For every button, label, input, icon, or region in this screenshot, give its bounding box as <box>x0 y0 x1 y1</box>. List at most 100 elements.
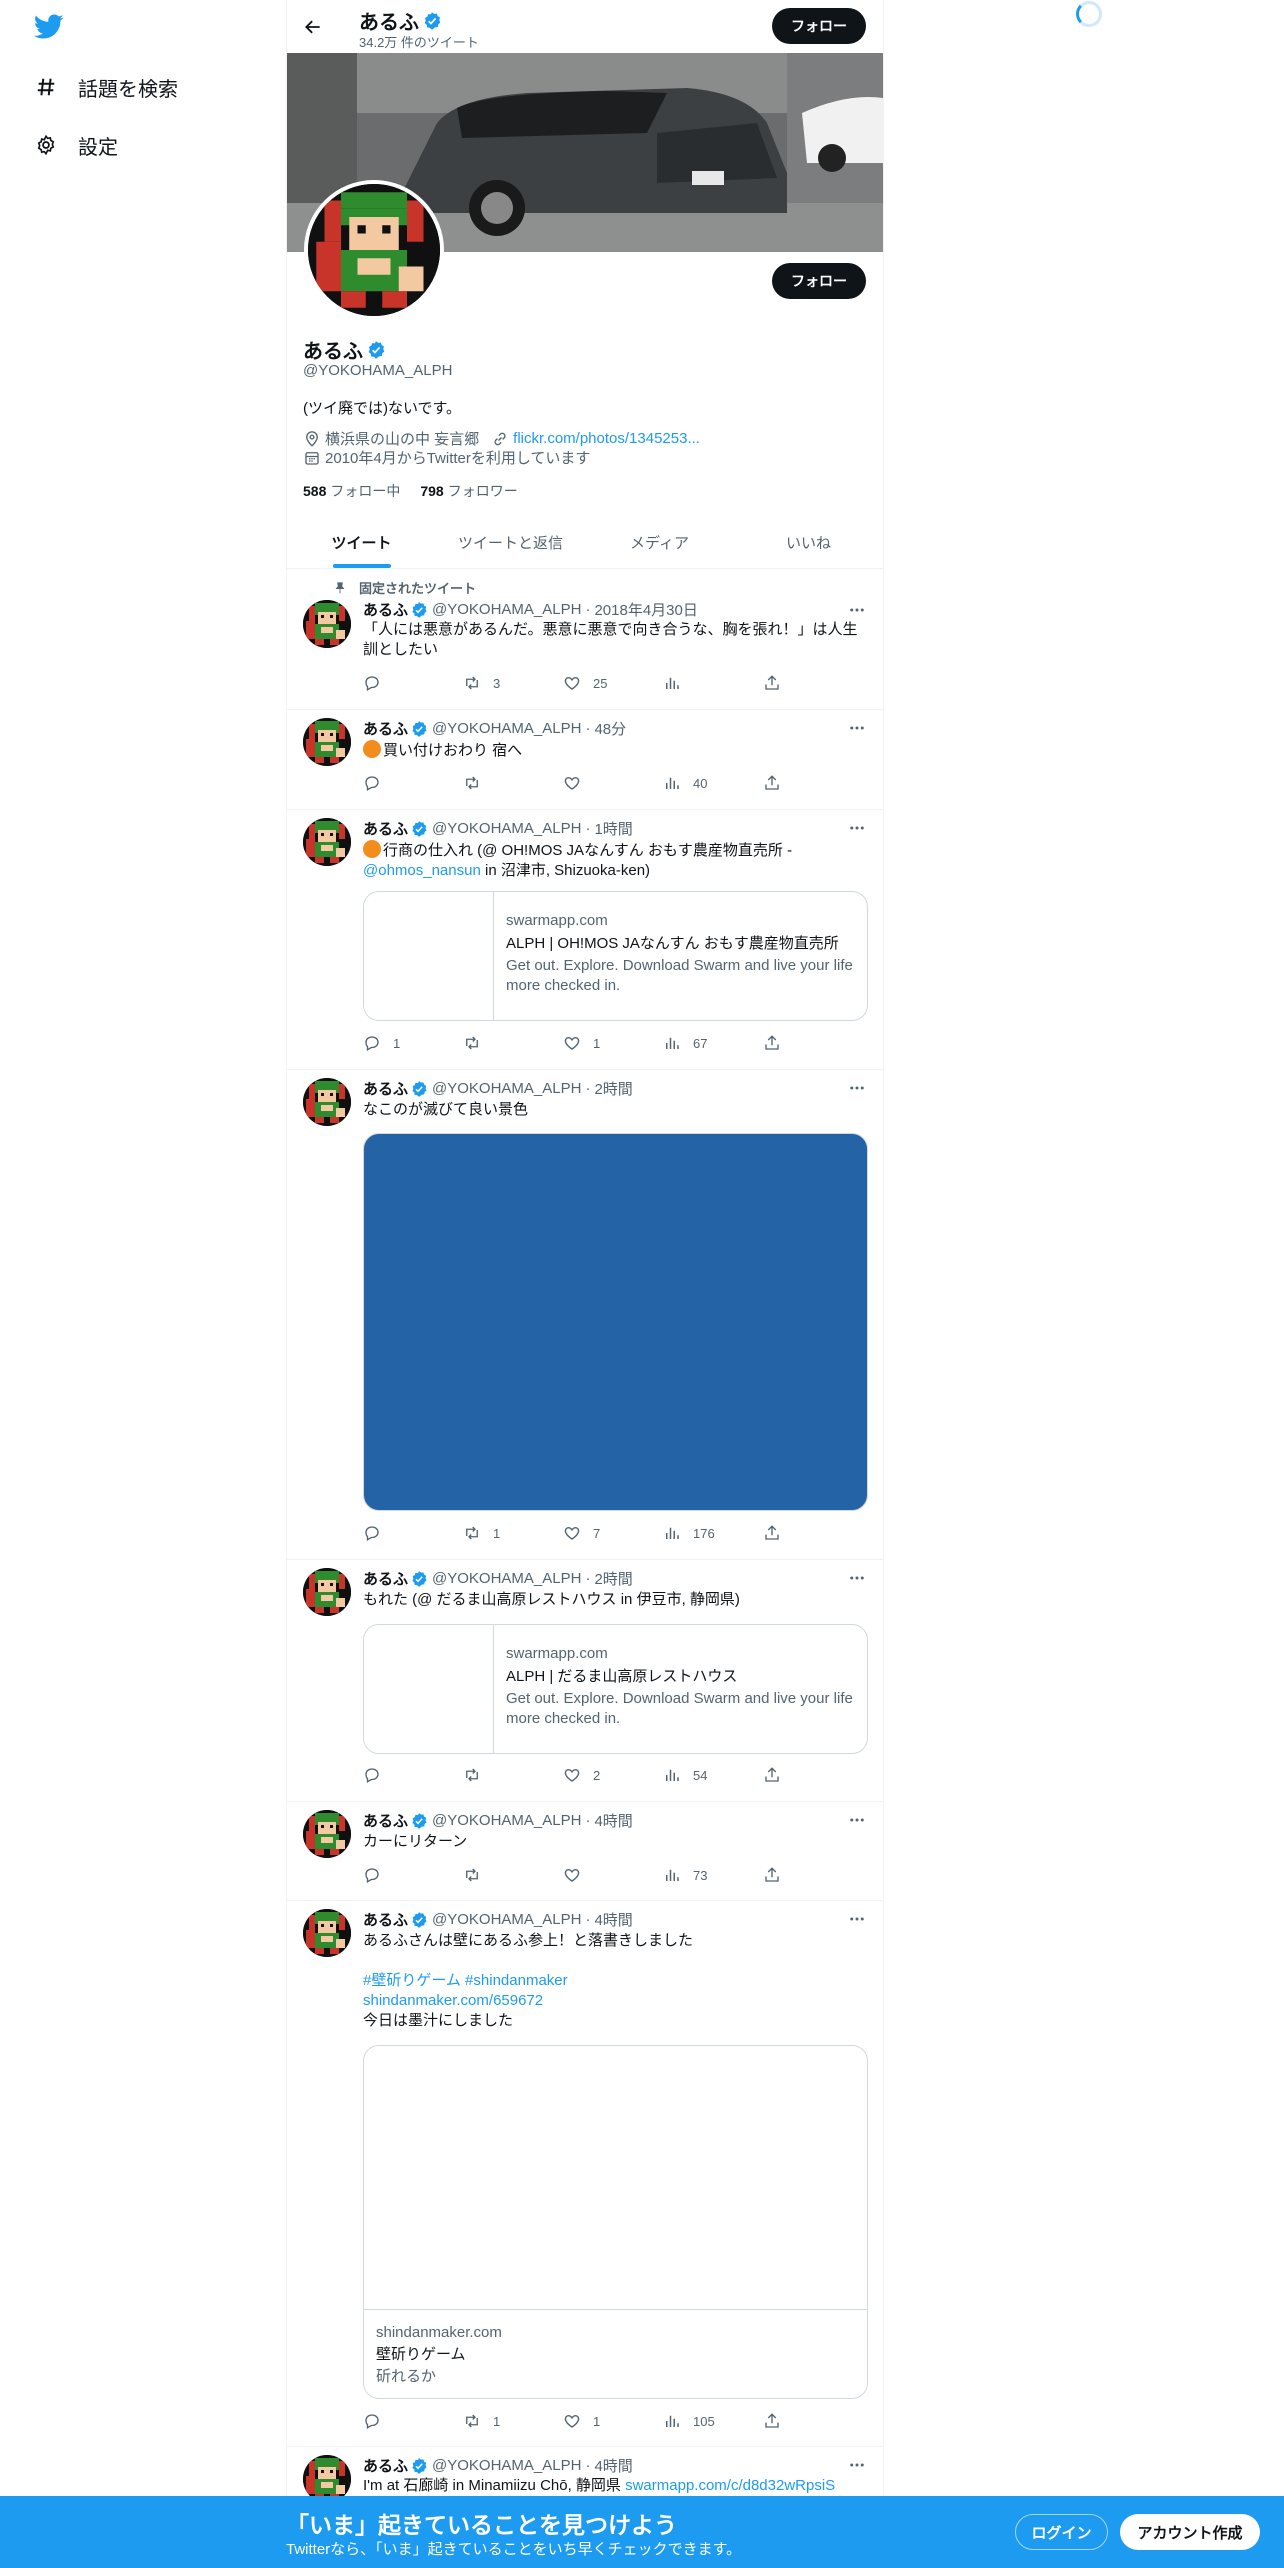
tweet[interactable]: あるふ @YOKOHAMA_ALPH · 2時間 もれた (@ だるま山高原レス… <box>287 1560 883 1802</box>
tweet-author-handle[interactable]: @YOKOHAMA_ALPH <box>432 1812 581 1829</box>
views-button[interactable]: 40 <box>663 773 763 793</box>
tweet-time[interactable]: 1時間 <box>594 818 632 839</box>
tweet-author-name[interactable]: あるふ <box>363 1078 408 1099</box>
tweet-avatar[interactable] <box>303 600 351 648</box>
like-button[interactable]: 2 <box>563 1765 663 1785</box>
tweet-time[interactable]: 2018年4月30日 <box>594 599 697 620</box>
like-button[interactable] <box>563 1865 663 1885</box>
tweet-author-name[interactable]: あるふ <box>363 2455 408 2476</box>
tweet-author-handle[interactable]: @YOKOHAMA_ALPH <box>432 2457 581 2474</box>
views-button[interactable]: 105 <box>663 2411 763 2431</box>
tweet-pinned[interactable]: 固定されたツイート あるふ @YOKOHAMA_ALPH · 2018年4月30… <box>287 570 883 710</box>
tweet[interactable]: あるふ @YOKOHAMA_ALPH · 4時間 カーにリターン 73 <box>287 1802 883 1901</box>
tweet-author-name[interactable]: あるふ <box>363 1568 408 1589</box>
tweet-author-name[interactable]: あるふ <box>363 718 408 739</box>
profile-avatar[interactable] <box>304 180 444 320</box>
share-button[interactable] <box>763 1523 803 1543</box>
share-button[interactable] <box>763 773 803 793</box>
signup-button[interactable]: アカウント作成 <box>1120 2514 1260 2550</box>
tweet-author-handle[interactable]: @YOKOHAMA_ALPH <box>432 1911 581 1928</box>
share-button[interactable] <box>763 1765 803 1785</box>
tweet-mention-link[interactable]: @ohmos_nansun <box>363 862 481 879</box>
profile-url-text[interactable]: flickr.com/photos/1345253... <box>513 430 700 447</box>
more-options-icon[interactable] <box>847 1810 867 1830</box>
nav-explore[interactable]: 話題を検索 <box>34 67 178 107</box>
tweet-avatar[interactable] <box>303 1909 351 1957</box>
profile-follow-button[interactable]: フォロー <box>772 263 866 299</box>
share-button[interactable] <box>763 2411 803 2431</box>
tweet-author-name[interactable]: あるふ <box>363 1909 408 1930</box>
views-button[interactable]: 54 <box>663 1765 763 1785</box>
following-link[interactable]: 588 フォロー中 <box>303 481 400 501</box>
like-button[interactable]: 25 <box>563 673 663 693</box>
reply-button[interactable] <box>363 1865 463 1885</box>
link-card[interactable]: swarmapp.com ALPH | OH!MOS JAなんすん おもす農産物… <box>363 891 868 1021</box>
tweet-author-handle[interactable]: @YOKOHAMA_ALPH <box>432 720 581 737</box>
reply-button[interactable] <box>363 1765 463 1785</box>
tweet-time[interactable]: 4時間 <box>594 1810 632 1831</box>
more-options-icon[interactable] <box>847 1078 867 1098</box>
profile-url[interactable]: flickr.com/photos/1345253... <box>491 430 700 448</box>
tweet-avatar[interactable] <box>303 818 351 866</box>
like-button[interactable]: 7 <box>563 1523 663 1543</box>
views-button[interactable] <box>663 673 763 693</box>
like-button[interactable]: 1 <box>563 2411 663 2431</box>
views-button[interactable]: 67 <box>663 1033 763 1053</box>
tweet-avatar[interactable] <box>303 1078 351 1126</box>
nav-settings[interactable]: 設定 <box>34 125 118 165</box>
more-options-icon[interactable] <box>847 718 867 738</box>
followers-link[interactable]: 798 フォロワー <box>420 481 517 501</box>
more-options-icon[interactable] <box>847 600 867 620</box>
twitter-logo-icon[interactable] <box>34 14 64 40</box>
reply-button[interactable] <box>363 773 463 793</box>
tweet[interactable]: あるふ @YOKOHAMA_ALPH · 48分 買い付けおわり 宿へ 40 <box>287 710 883 810</box>
more-options-icon[interactable] <box>847 818 867 838</box>
reply-button[interactable]: 1 <box>363 1033 463 1053</box>
tweet-hashtags[interactable]: #壁斫りゲーム #shindanmaker <box>363 1971 868 1991</box>
reply-button[interactable] <box>363 673 463 693</box>
retweet-button[interactable] <box>463 1765 563 1785</box>
tweet-author-name[interactable]: あるふ <box>363 1810 408 1831</box>
reply-button[interactable] <box>363 2411 463 2431</box>
tweet-time[interactable]: 4時間 <box>594 1909 632 1930</box>
tweet-avatar[interactable] <box>303 1568 351 1616</box>
tweet-time[interactable]: 2時間 <box>594 1078 632 1099</box>
tweet-avatar[interactable] <box>303 1810 351 1858</box>
tweet[interactable]: あるふ @YOKOHAMA_ALPH · 4時間 あるふさんは壁にあるふ参上！と… <box>287 1901 883 2447</box>
like-button[interactable] <box>563 773 663 793</box>
tweet-author-handle[interactable]: @YOKOHAMA_ALPH <box>432 820 581 837</box>
reply-button[interactable] <box>363 1523 463 1543</box>
retweet-button[interactable]: 1 <box>463 2411 563 2431</box>
link-card-large[interactable]: shindanmaker.com 壁斫りゲーム 斫れるか <box>363 2045 868 2399</box>
tweet-link[interactable]: swarmapp.com/c/d8d32wRpsiS <box>625 2477 835 2494</box>
retweet-button[interactable]: 1 <box>463 1523 563 1543</box>
tweet-author-name[interactable]: あるふ <box>363 599 408 620</box>
tweet[interactable]: あるふ @YOKOHAMA_ALPH · 2時間 なこのが滅びて良い景色 1 7… <box>287 1070 883 1560</box>
share-button[interactable] <box>763 1033 803 1053</box>
link-card[interactable]: swarmapp.com ALPH | だるま山高原レストハウス Get out… <box>363 1624 868 1754</box>
retweet-button[interactable] <box>463 1033 563 1053</box>
tweet-avatar[interactable] <box>303 718 351 766</box>
views-button[interactable]: 176 <box>663 1523 763 1543</box>
tab-media[interactable]: メディア <box>585 516 734 568</box>
views-button[interactable]: 73 <box>663 1865 763 1885</box>
tweet-author-name[interactable]: あるふ <box>363 818 408 839</box>
back-arrow-icon[interactable] <box>299 13 327 41</box>
header-follow-button[interactable]: フォロー <box>772 8 866 44</box>
retweet-button[interactable] <box>463 773 563 793</box>
retweet-button[interactable]: 3 <box>463 673 563 693</box>
tweet-author-handle[interactable]: @YOKOHAMA_ALPH <box>432 601 581 618</box>
tweet-link[interactable]: shindanmaker.com/659672 <box>363 1991 868 2011</box>
tweet[interactable]: あるふ @YOKOHAMA_ALPH · 1時間 行商の仕入れ (@ OH!MO… <box>287 810 883 1070</box>
more-options-icon[interactable] <box>847 2455 867 2475</box>
login-button[interactable]: ログイン <box>1015 2514 1108 2550</box>
retweet-button[interactable] <box>463 1865 563 1885</box>
share-button[interactable] <box>763 673 803 693</box>
tab-tweets-and-replies[interactable]: ツイートと返信 <box>436 516 585 568</box>
tab-tweets[interactable]: ツイート <box>287 516 436 568</box>
tweet-media-image[interactable] <box>363 1133 868 1511</box>
tweet-author-handle[interactable]: @YOKOHAMA_ALPH <box>432 1570 581 1587</box>
tweet-time[interactable]: 48分 <box>594 718 626 739</box>
share-button[interactable] <box>763 1865 803 1885</box>
tweet-time[interactable]: 4時間 <box>594 2455 632 2476</box>
